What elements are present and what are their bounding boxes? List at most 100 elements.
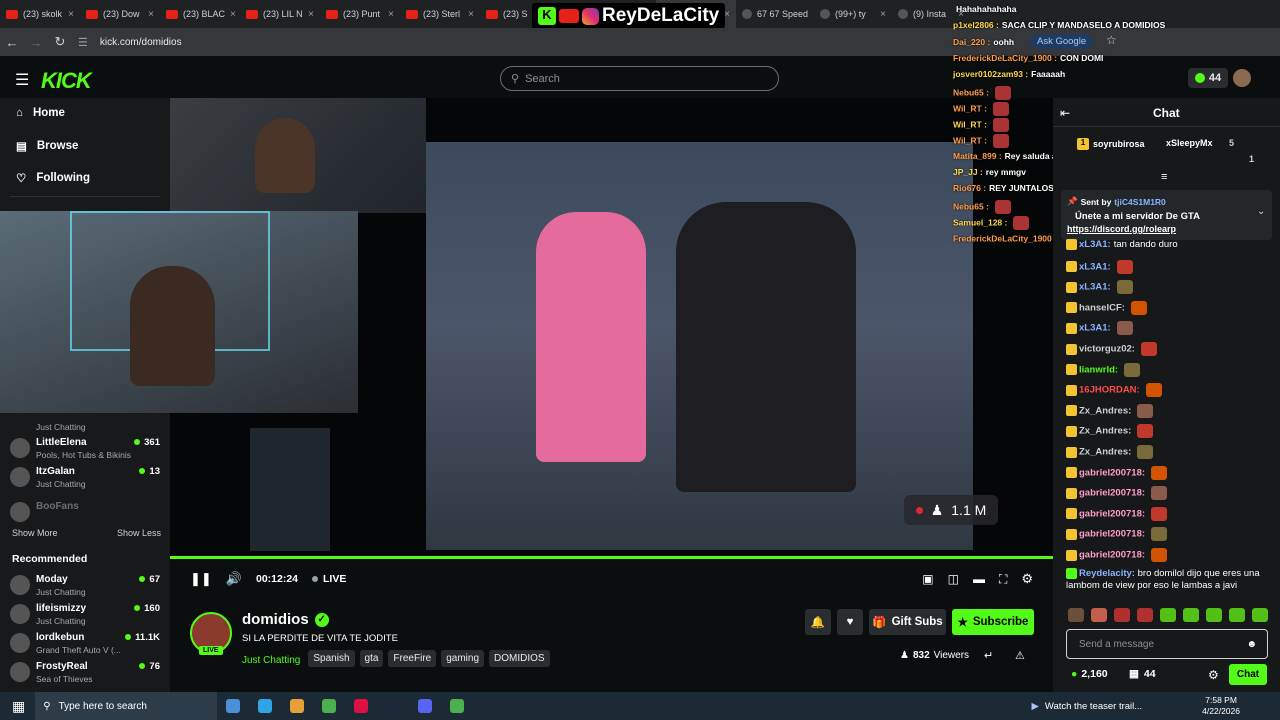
windows-start-icon[interactable]: ▦ [12, 698, 25, 715]
tag[interactable]: gta [359, 650, 384, 667]
follow-button[interactable]: ♥ [837, 609, 863, 635]
expand-leaderboard-icon[interactable]: ≡ [1161, 171, 1167, 183]
edge-icon[interactable] [258, 699, 273, 713]
avatar[interactable] [1233, 69, 1251, 87]
taskbar-search[interactable]: ⚲ Type here to search [35, 692, 218, 720]
theater-icon[interactable]: ▬ [973, 572, 985, 586]
close-icon[interactable]: × [308, 9, 314, 20]
sidebar-channel[interactable]: Moday Just Chatting 67 [10, 572, 160, 600]
forward-icon[interactable]: → [24, 35, 48, 50]
channel-points[interactable]: ● 2,160 [1071, 668, 1108, 680]
tag[interactable]: gaming [441, 650, 485, 667]
sidebar-channel[interactable]: lordkebun Grand Theft Auto V (... 11.1K [10, 630, 160, 658]
close-icon[interactable]: × [724, 9, 730, 20]
emote-icon[interactable] [1183, 608, 1199, 622]
pinned-message[interactable]: 📌 Sent by tjiC4S1M1R0 Únete a mi servidor… [1061, 190, 1272, 240]
sidebar-channel[interactable]: FrostyReal Sea of Thieves 76 [10, 659, 160, 687]
top-gifter[interactable]: 1 soyrubirosa [1077, 138, 1145, 150]
volume-icon[interactable]: 🔊 [226, 571, 242, 587]
close-icon[interactable]: × [148, 9, 154, 20]
emote-icon[interactable] [1137, 608, 1153, 622]
sidebar-channel[interactable]: lifeismizzy Just Chatting 160 [10, 601, 160, 629]
live-indicator[interactable]: LIVE [312, 573, 346, 585]
gift-subs-button[interactable]: 🎁 Gift Subs [869, 609, 946, 635]
chat-username[interactable]: Reydelacity: [1079, 568, 1135, 579]
bookmark-star-icon[interactable]: ☆ [1106, 33, 1117, 47]
chat-username[interactable]: xL3A1: [1079, 282, 1111, 293]
close-icon[interactable]: × [468, 9, 474, 20]
chat-username[interactable]: Zx_Andres: [1079, 405, 1131, 416]
menu-icon[interactable]: ☰ [15, 70, 29, 90]
back-icon[interactable]: ← [0, 35, 24, 50]
kick-logo[interactable]: KICK [41, 68, 92, 94]
reload-icon[interactable]: ↻ [48, 34, 72, 50]
chevron-down-icon[interactable]: ⌄ [1257, 206, 1265, 217]
steam-icon[interactable] [386, 699, 401, 713]
sidebar-channel[interactable]: LittleElena Pools, Hot Tubs & Bikinis 361 [10, 435, 160, 463]
collapse-chat-icon[interactable]: ⇤ [1060, 106, 1070, 120]
close-icon[interactable]: × [230, 9, 236, 20]
tag[interactable]: DOMIDIOS [489, 650, 550, 667]
clip-icon[interactable]: ◫ [948, 572, 959, 586]
chat-username[interactable]: 16JHORDAN: [1079, 385, 1140, 396]
channel-name[interactable]: domidios [242, 611, 309, 628]
news-widget[interactable]: ▶ Watch the teaser trail... [1032, 701, 1143, 712]
sidebar-channel[interactable]: BooFans [10, 499, 160, 527]
chat-username[interactable]: lianwrld: [1079, 364, 1118, 375]
close-icon[interactable]: × [880, 9, 886, 20]
pinned-link[interactable]: https://discord.gg/rolearp [1067, 224, 1176, 234]
clock[interactable]: 7:58 PM 4/22/2026 [1202, 695, 1240, 717]
points-badge[interactable]: 44 [1188, 68, 1228, 88]
nav-home[interactable]: ⌂ Home [16, 107, 65, 119]
browser-tab[interactable]: 67 67 Speed× [736, 0, 814, 28]
report-icon[interactable]: ⚠ [1015, 649, 1025, 662]
notification-bell-button[interactable]: 🔔 [805, 609, 831, 635]
chat-username[interactable]: Zx_Andres: [1079, 447, 1131, 458]
show-more-button[interactable]: Show More [12, 528, 58, 538]
chat-username[interactable]: gabriel200718: [1079, 550, 1145, 561]
pip-icon[interactable]: ▣ [922, 572, 933, 586]
browser-tab[interactable]: (23) Punt × [320, 0, 400, 28]
close-icon[interactable]: × [388, 9, 394, 20]
emote-icon[interactable] [1068, 608, 1084, 622]
category-link[interactable]: Just Chatting [242, 655, 300, 666]
sidebar-channel[interactable]: ItzGalan Just Chatting 13 [10, 464, 160, 492]
chat-username[interactable]: gabriel200718: [1079, 488, 1145, 499]
share-icon[interactable]: ↵ [984, 649, 993, 662]
browser-tab[interactable]: (99+) ty × [814, 0, 892, 28]
tag[interactable]: Spanish [308, 650, 355, 667]
chat-username[interactable]: gabriel200718: [1079, 508, 1145, 519]
search-input[interactable]: ⚲ Search [500, 66, 779, 91]
task-view-icon[interactable] [226, 699, 241, 713]
chat-username[interactable]: Zx_Andres: [1079, 426, 1131, 437]
emote-icon[interactable] [1252, 608, 1268, 622]
browser-tab[interactable]: (23) skolk × [0, 0, 80, 28]
settings-gear-icon[interactable]: ⚙ [1021, 571, 1033, 587]
url-field[interactable]: kick.com/domidios [100, 37, 182, 48]
site-info-icon[interactable]: ☰ [78, 36, 88, 49]
chrome-icon[interactable] [450, 699, 465, 713]
emote-icon[interactable] [1160, 608, 1176, 622]
chat-username[interactable]: gabriel200718: [1079, 529, 1145, 540]
close-icon[interactable]: × [68, 9, 74, 20]
chat-username[interactable]: xL3A1: [1079, 239, 1111, 250]
subscribe-button[interactable]: ★ Subscribe [952, 609, 1034, 635]
emote-icon[interactable] [1114, 608, 1130, 622]
chat-send-button[interactable]: Chat [1229, 664, 1267, 685]
show-less-button[interactable]: Show Less [117, 528, 161, 538]
chat-username[interactable]: xL3A1: [1079, 323, 1111, 334]
discord-icon[interactable] [418, 699, 433, 713]
chat-input[interactable]: Send a message ☻ [1066, 629, 1268, 659]
fullscreen-icon[interactable]: ⛶ [999, 572, 1007, 587]
chrome-icon[interactable] [322, 699, 337, 713]
browser-tab[interactable]: (23) Dow × [80, 0, 160, 28]
chat-username[interactable]: xL3A1: [1079, 261, 1111, 272]
emoji-icon[interactable]: ☻ [1246, 639, 1257, 650]
video-player[interactable]: ♟ 1.1 M [0, 98, 1053, 556]
emote-icon[interactable] [1229, 608, 1245, 622]
tag[interactable]: FreeFire [388, 650, 437, 667]
progress-bar[interactable] [170, 556, 1053, 559]
browser-tab[interactable]: (23) Sterl × [400, 0, 480, 28]
top-gifter[interactable]: xSleepyMx 5 [1166, 138, 1234, 148]
emote-icon[interactable] [1206, 608, 1222, 622]
